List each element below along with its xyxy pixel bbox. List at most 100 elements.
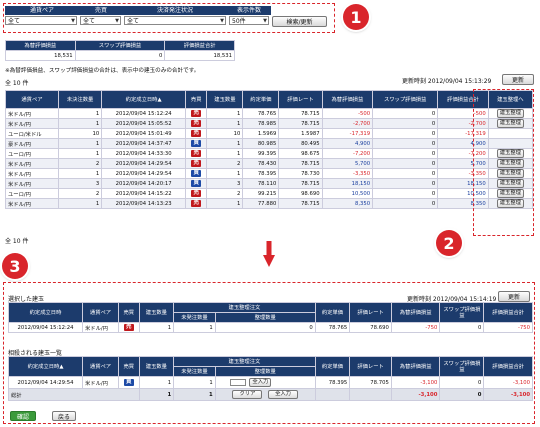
- total-price-blank: [314, 388, 351, 401]
- cell-rate: 78.715: [278, 178, 323, 189]
- cell-swap: 0: [372, 138, 439, 149]
- sell-badge: 売: [191, 110, 201, 117]
- cell-qty: 1: [206, 108, 244, 119]
- summary-header-swap: スワップ評価損益: [74, 40, 166, 51]
- cell-swap: 0: [372, 188, 439, 199]
- list-refresh-button[interactable]: 更新: [502, 74, 534, 85]
- off-col-unsettled: 未発注数量: [173, 366, 216, 377]
- off-swap: 0: [439, 376, 485, 389]
- row-all-input-button[interactable]: 全入力: [249, 378, 272, 387]
- total-swap: 0: [439, 388, 485, 401]
- count-select-value: 50件: [232, 18, 246, 25]
- sel-col-total: 評価損益合計: [483, 302, 533, 323]
- cell-rate: 78.715: [278, 198, 323, 209]
- cell-date: 2012/09/04 14:37:47: [101, 138, 186, 149]
- sel-col-pair: 通貨ペア: [82, 302, 119, 323]
- cell-pair: 米ドル/円: [5, 118, 59, 129]
- cell-pair: 米ドル/円: [5, 108, 59, 119]
- position-table: 通貨ペア 未決注数量 約定成立日時▲ 売買 建玉数量 約定単価 評価レート 為替評価損益 スワッ…: [5, 90, 534, 209]
- list-col-date: 約定成立日時▲: [101, 90, 186, 109]
- table-row: 米ドル/円 1 2012/09/04 15:12:24 売 1 78.765 78.715-…: [5, 108, 534, 119]
- off-settle-cell: 全入力: [214, 376, 316, 389]
- off-col-side: 売買: [118, 356, 140, 377]
- position-table-header: 通貨ペア 未決注数量 約定成立日時▲ 売買 建玉数量 約定単価 評価レート 為替評価損益 スワッ…: [5, 90, 534, 109]
- sel-col-price: 約定単価: [314, 302, 351, 323]
- filter-selects: 全て ▼ 全て ▼ 全て ▼ 50件 ▼: [5, 16, 269, 25]
- cell-unsettled: 2: [57, 158, 103, 169]
- clear-button[interactable]: クリア: [232, 390, 263, 399]
- search-refresh-button[interactable]: 検索/更新: [272, 16, 327, 27]
- filter-header-pair: 通貨ペア: [29, 7, 54, 14]
- sel-rate: 78.690: [349, 322, 392, 333]
- cell-rate: 1.5987: [278, 128, 323, 139]
- off-fx: -3,100: [390, 376, 441, 389]
- sel-swap: 0: [439, 322, 485, 333]
- cell-qty: 1: [206, 148, 244, 159]
- total-settle-cell: クリア 全入力: [214, 388, 316, 401]
- cell-rate: 98.675: [278, 148, 323, 159]
- cell-side: 売: [184, 148, 208, 159]
- settle-qty-input[interactable]: [229, 379, 246, 386]
- cell-price: 78.110: [242, 178, 280, 189]
- chevron-down-icon: ▼: [220, 17, 224, 24]
- cell-fx: 4,900: [321, 138, 374, 149]
- cell-unsettled: 1: [57, 148, 103, 159]
- cell-qty: 3: [206, 178, 244, 189]
- summary-swap: 0: [74, 50, 166, 61]
- filter-header-side: 売買: [94, 7, 107, 14]
- sel-side-cell: 売: [118, 322, 140, 333]
- cell-qty: 1: [206, 198, 244, 209]
- cell-side: 買: [184, 138, 208, 149]
- cell-price: 78.395: [242, 168, 280, 179]
- cell-rate: 78.715: [278, 108, 323, 119]
- total-qty: 1: [138, 388, 175, 401]
- off-pair: 米ドル/円: [82, 376, 119, 389]
- sel-col-date: 約定成立日時: [8, 302, 83, 323]
- table-row: 米ドル/円 2 2012/09/04 14:29:54 売 2 78.430 78.715 5…: [5, 158, 534, 169]
- list-col-side: 売買: [184, 90, 208, 109]
- cell-pair: 米ドル/円: [5, 168, 59, 179]
- back-button[interactable]: 戻る: [52, 411, 76, 421]
- cell-pair: 米ドル/円: [5, 158, 59, 169]
- count-select[interactable]: 50件 ▼: [229, 16, 269, 25]
- cell-swap: 0: [372, 128, 439, 139]
- selected-table: 約定成立日時 通貨ペア 売買 建玉数量 建玉整理注文 約定単価 評価レート 為替…: [8, 302, 533, 333]
- cell-swap: 0: [372, 198, 439, 209]
- pair-select[interactable]: 全て ▼: [5, 16, 77, 25]
- cell-qty: 2: [206, 158, 244, 169]
- chevron-down-icon: ▼: [263, 17, 267, 24]
- off-col-order: 建玉整理注文: [173, 356, 316, 367]
- cell-date: 2012/09/04 15:01:49: [101, 128, 186, 139]
- buy-badge: 買: [191, 180, 201, 187]
- off-unsettled: 1: [173, 376, 216, 389]
- list-col-pair: 通貨ペア: [5, 90, 59, 109]
- cell-date: 2012/09/04 15:12:24: [101, 108, 186, 119]
- cell-price: 78.765: [242, 108, 280, 119]
- status-select[interactable]: 全て ▼: [124, 16, 226, 25]
- cell-price: 78.430: [242, 158, 280, 169]
- cell-fx: -3,350: [321, 168, 374, 179]
- cell-swap: 0: [372, 168, 439, 179]
- side-select[interactable]: 全て ▼: [80, 16, 121, 25]
- selected-refresh-button[interactable]: 更新: [498, 291, 530, 302]
- off-col-fx: 為替評価損益: [390, 356, 441, 377]
- sel-date: 2012/09/04 15:12:24: [8, 322, 83, 333]
- summary-table: 為替評価損益 スワップ評価損益 評価損益合計 18,531 0 18,531: [5, 40, 235, 61]
- cell-date: 2012/09/04 15:05:52: [101, 118, 186, 129]
- cell-side: 売: [184, 108, 208, 119]
- cell-rate: 98.690: [278, 188, 323, 199]
- all-input-button[interactable]: 全入力: [268, 390, 298, 399]
- total-fx: -3,100: [390, 388, 441, 401]
- summary-header-total: 評価損益合計: [164, 40, 235, 51]
- confirm-button[interactable]: 確認: [10, 411, 36, 421]
- sel-col-fx: 為替評価損益: [390, 302, 441, 323]
- cell-date: 2012/09/04 14:20:17: [101, 178, 186, 189]
- table-row: 米ドル/円 1 2012/09/04 14:29:54 買 1 78.395 78.730-…: [5, 168, 534, 179]
- cell-swap: 0: [372, 118, 439, 129]
- cell-swap: 0: [372, 158, 439, 169]
- cell-qty: 1: [206, 168, 244, 179]
- summary-fx: 18,531: [5, 50, 76, 61]
- sel-total: -750: [483, 322, 533, 333]
- sell-badge: 売: [191, 200, 201, 207]
- off-date: 2012/09/04 14:29:54: [8, 376, 83, 389]
